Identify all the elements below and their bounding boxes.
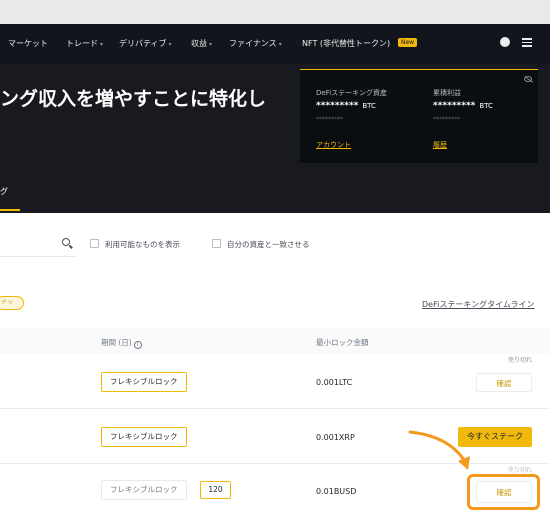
- available-only-label: 利用可能なものを表示: [105, 240, 180, 249]
- hero-title: ング収入を増やすことに特化し: [0, 88, 267, 110]
- min-lock-header: 最小ロック金額: [316, 338, 369, 347]
- info-icon[interactable]: i: [133, 341, 142, 349]
- row-divider: [0, 408, 550, 409]
- defi-assets-value: ********* BTC: [316, 101, 376, 111]
- search-icon[interactable]: [62, 238, 70, 246]
- confirm-button[interactable]: 確認: [476, 373, 532, 392]
- min-lock-amount: 0.001XRP: [316, 433, 355, 442]
- table-header: [0, 328, 550, 354]
- defi-assets-sub: *********: [316, 116, 343, 123]
- nav-trade[interactable]: トレード ▾: [66, 38, 103, 49]
- duration-days-option[interactable]: 120: [200, 481, 231, 499]
- duration-header: 期間 (日) i: [101, 337, 142, 349]
- search-input[interactable]: [0, 256, 76, 257]
- nav-markets[interactable]: マーケット: [8, 38, 48, 49]
- filter-pill[interactable]: ドッ: [0, 296, 24, 310]
- sold-out-label: 売り切れ: [508, 467, 533, 474]
- chevron-down-icon: ▾: [100, 41, 104, 48]
- flexible-lock-option[interactable]: フレキシブルロック: [101, 427, 187, 447]
- nav-earn[interactable]: 収益 ▾: [191, 38, 212, 49]
- cumulative-profit-label: 累積利益: [433, 89, 461, 97]
- new-badge: New: [398, 38, 418, 47]
- match-assets-label: 自分の資産と一致させる: [227, 240, 310, 249]
- min-lock-amount: 0.01BUSD: [316, 487, 357, 496]
- cumulative-profit-value: ********* BTC: [433, 101, 493, 111]
- account-link[interactable]: アカウント: [316, 140, 351, 150]
- min-lock-amount: 0.001LTC: [316, 378, 353, 387]
- defi-assets-label: DeFiステーキング資産: [316, 89, 387, 97]
- hide-balance-icon[interactable]: [524, 76, 532, 82]
- chevron-down-icon: ▾: [209, 41, 213, 48]
- flexible-lock-option[interactable]: フレキシブルロック: [101, 480, 187, 500]
- match-assets-checkbox[interactable]: [212, 239, 221, 248]
- user-icon[interactable]: [500, 37, 510, 47]
- nav-nft[interactable]: NFT (非代替性トークン): [302, 38, 390, 49]
- nav-derivatives[interactable]: デリバティブ ▾: [119, 38, 172, 49]
- cumulative-profit-sub: *********: [433, 116, 460, 123]
- highlight-box: [467, 474, 540, 510]
- hamburger-menu-icon[interactable]: [522, 38, 532, 47]
- tab-bar: [0, 170, 550, 213]
- chevron-down-icon: ▾: [278, 41, 282, 48]
- browser-top-strip: [0, 0, 550, 24]
- tab-staking[interactable]: グ: [0, 186, 8, 197]
- defi-staking-timeline-link[interactable]: DeFiステーキングタイムライン: [422, 299, 535, 310]
- available-only-checkbox[interactable]: [90, 239, 99, 248]
- annotation-arrow-icon: [408, 430, 470, 470]
- history-link[interactable]: 履歴: [433, 140, 447, 150]
- sold-out-label: 売り切れ: [508, 357, 533, 364]
- nav-finance[interactable]: ファイナンス ▾: [229, 38, 282, 49]
- active-tab-indicator: [0, 209, 20, 211]
- flexible-lock-option[interactable]: フレキシブルロック: [101, 372, 187, 392]
- chevron-down-icon: ▾: [168, 41, 172, 48]
